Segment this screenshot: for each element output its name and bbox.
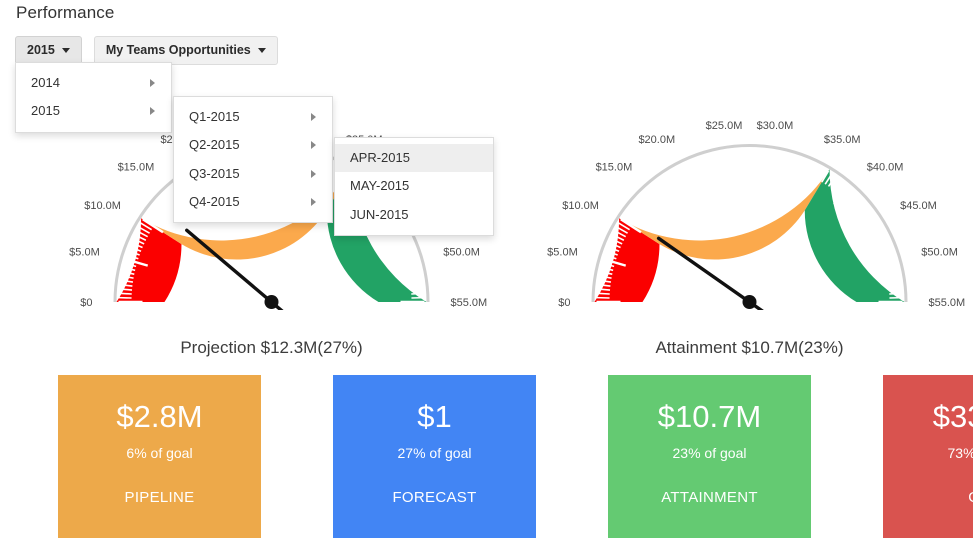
gauge-tick-label: $5.0M: [69, 247, 100, 259]
scope-dropdown-button[interactable]: My Teams Opportunities: [94, 36, 278, 65]
chevron-right-icon: [311, 141, 316, 149]
kpi-card-value: $10.7M: [658, 401, 761, 432]
kpi-card-label: GAP: [968, 489, 973, 506]
gauge-tick-label: $15.0M: [596, 162, 633, 174]
gauge-tick-label: $10.0M: [562, 200, 599, 212]
menu-item-year[interactable]: 2014: [16, 69, 171, 97]
kpi-card-subtext: 27% of goal: [398, 445, 472, 461]
menu-item-month-label: JUN-2015: [350, 208, 409, 222]
menu-item-month-label: MAY-2015: [350, 179, 409, 193]
kpi-card-value: $1: [417, 401, 451, 432]
gauge-tick-label: $50.0M: [921, 247, 958, 259]
kpi-card-value: $33.9M: [933, 401, 973, 432]
menu-item-quarter[interactable]: Q3-2015: [174, 160, 332, 188]
kpi-card-label: PIPELINE: [125, 489, 195, 506]
chevron-right-icon: [311, 113, 316, 121]
year-dropdown-label: 2015: [27, 44, 55, 57]
menu-item-quarter-label: Q1-2015: [189, 110, 240, 124]
menu-item-month[interactable]: APR-2015: [335, 144, 493, 172]
gauge-tick-label: $45.0M: [900, 200, 937, 212]
attainment-gauge-svg: $0 $5.0M $10.0M $15.0M $20.0M $25.0M $30.0M $35…: [533, 110, 966, 310]
projection-gauge-caption: Projection $12.3M(27%): [55, 338, 488, 358]
gauge-tick-label: $5.0M: [547, 247, 578, 259]
year-dropdown-menu: 2014 2015: [15, 62, 172, 133]
gauge-needle-hub: [265, 295, 279, 309]
attainment-gauge-caption: Attainment $10.7M(23%): [533, 338, 966, 358]
gauge-tick-label: $20.0M: [638, 134, 675, 146]
kpi-card-row: $2.8M 6% of goal PIPELINE $1 27% of goal FORE…: [58, 375, 973, 538]
kpi-card-label: FORECAST: [392, 489, 476, 506]
gauge-tick-label: $35.0M: [824, 134, 861, 146]
menu-item-quarter[interactable]: Q2-2015: [174, 131, 332, 159]
menu-item-year[interactable]: 2015: [16, 97, 171, 125]
year-dropdown-button[interactable]: 2015: [15, 36, 82, 65]
attainment-gauge: $0 $5.0M $10.0M $15.0M $20.0M $25.0M $30.0M $35…: [533, 110, 966, 350]
month-dropdown-menu: APR-2015 MAY-2015 JUN-2015: [334, 137, 494, 236]
menu-item-month[interactable]: JUN-2015: [335, 201, 493, 229]
kpi-card-pipeline[interactable]: $2.8M 6% of goal PIPELINE: [58, 375, 261, 538]
gauge-tick-label: $15.0M: [118, 162, 155, 174]
gauge-tick-label: $40.0M: [867, 162, 904, 174]
menu-item-quarter[interactable]: Q4-2015: [174, 188, 332, 216]
gauge-tick-label: $30.0M: [757, 120, 794, 132]
gauge-tick-label: $50.0M: [443, 247, 480, 259]
menu-item-quarter-label: Q4-2015: [189, 195, 240, 209]
quarter-dropdown-menu: Q1-2015 Q2-2015 Q3-2015 Q4-2015: [173, 96, 333, 223]
gauge-tick-label: $55.0M: [451, 297, 488, 309]
menu-item-quarter-label: Q2-2015: [189, 138, 240, 152]
gauge-tick-label: $0: [80, 297, 92, 309]
chevron-down-icon: [258, 48, 266, 53]
scope-dropdown-label: My Teams Opportunities: [106, 44, 251, 57]
kpi-card-subtext: 23% of goal: [673, 445, 747, 461]
kpi-card-forecast[interactable]: $1 27% of goal FORECAST: [333, 375, 536, 538]
chevron-right-icon: [311, 198, 316, 206]
kpi-card-value: $2.8M: [116, 401, 202, 432]
gauge-tick-label: $55.0M: [929, 297, 966, 309]
kpi-card-subtext: 6% of goal: [126, 445, 192, 461]
gauge-tick-label: $10.0M: [84, 200, 121, 212]
chevron-right-icon: [311, 170, 316, 178]
page-title: Performance: [16, 3, 114, 23]
menu-item-year-label: 2015: [31, 104, 60, 118]
menu-item-quarter[interactable]: Q1-2015: [174, 103, 332, 131]
gauge-tick-label: $0: [558, 297, 570, 309]
kpi-card-attainment[interactable]: $10.7M 23% of goal ATTAINMENT: [608, 375, 811, 538]
toolbar: 2015 My Teams Opportunities: [15, 36, 278, 65]
gauge-tick-label: $25.0M: [706, 120, 743, 132]
chevron-right-icon: [150, 79, 155, 87]
kpi-card-gap[interactable]: $33.9M 73% of goal GAP: [883, 375, 973, 538]
menu-item-year-label: 2014: [31, 76, 60, 90]
menu-item-month-label: APR-2015: [350, 151, 410, 165]
gauge-needle-hub: [743, 295, 757, 309]
kpi-card-subtext: 73% of goal: [948, 445, 973, 461]
chevron-down-icon: [62, 48, 70, 53]
menu-item-quarter-label: Q3-2015: [189, 167, 240, 181]
menu-item-month[interactable]: MAY-2015: [335, 172, 493, 200]
chevron-right-icon: [150, 107, 155, 115]
kpi-card-label: ATTAINMENT: [661, 489, 758, 506]
